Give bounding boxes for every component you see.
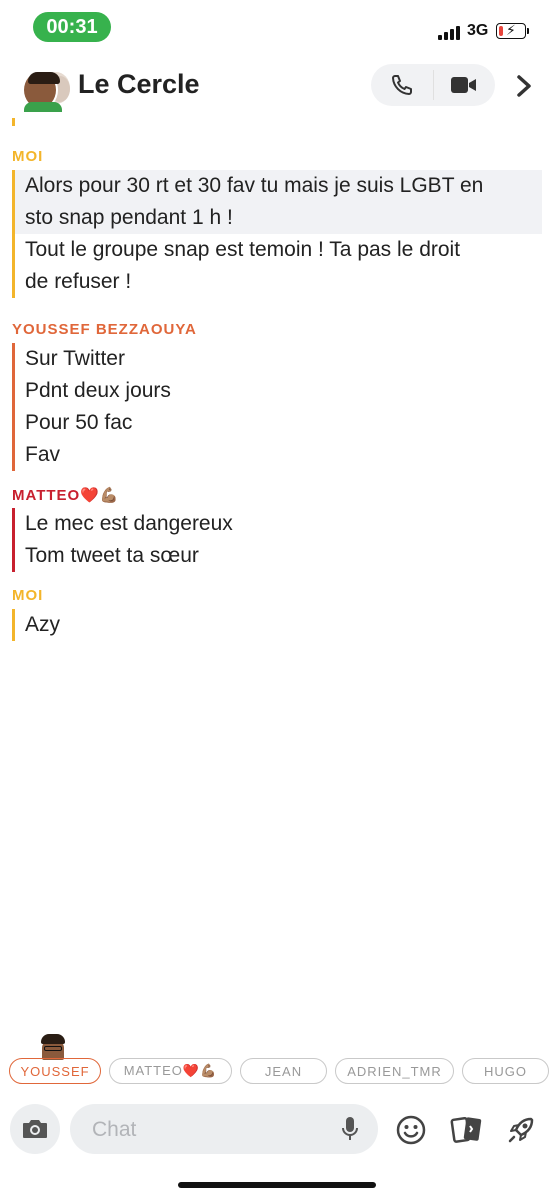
video-icon: [451, 77, 476, 93]
more-button[interactable]: [508, 70, 540, 102]
rocket-button[interactable]: [504, 1113, 538, 1147]
sender-name: YOUSSEF BEZZAOUYA: [12, 321, 197, 338]
message-line[interactable]: Azy: [15, 609, 60, 641]
participant-chip-jean[interactable]: JEAN: [240, 1058, 327, 1084]
cards-icon: [450, 1117, 482, 1143]
rocket-icon: [508, 1117, 534, 1143]
chat-title[interactable]: Le Cercle: [78, 69, 200, 100]
video-call-button[interactable]: [433, 64, 495, 106]
message-line[interactable]: Tom tweet ta sœur: [15, 540, 233, 572]
message-lines: Azy: [12, 609, 60, 641]
status-time: 00:31: [33, 12, 111, 42]
group-avatar[interactable]: [20, 68, 70, 112]
signal-icon: [438, 24, 462, 40]
message-line[interactable]: Pour 50 fac: [15, 407, 171, 439]
message-line[interactable]: Tout le groupe snap est temoin ! Ta pas …: [15, 234, 542, 266]
participant-chip-adrien[interactable]: ADRIEN_TMR: [335, 1058, 454, 1084]
message-line[interactable]: Sur Twitter: [15, 343, 171, 375]
chat-input[interactable]: [90, 1104, 334, 1156]
participant-chip-hugo[interactable]: HUGO: [462, 1058, 549, 1084]
battery-icon: ⚡: [496, 22, 526, 39]
participant-bar: YOUSSEF MATTEO❤️💪🏽 JEAN ADRIEN_TMR HUGO: [0, 1058, 554, 1086]
message-line[interactable]: Alors pour 30 rt et 30 fav tu mais je su…: [15, 170, 542, 202]
message-line[interactable]: sto snap pendant 1 h !: [15, 202, 542, 234]
home-indicator[interactable]: [178, 1182, 376, 1188]
message-line[interactable]: Fav: [15, 439, 171, 471]
chat-field[interactable]: [70, 1104, 378, 1156]
message-lines: Le mec est dangereux Tom tweet ta sœur: [12, 508, 233, 572]
phone-icon: [392, 75, 412, 95]
microphone-icon: [342, 1117, 358, 1140]
call-actions: [371, 64, 495, 106]
call-button[interactable]: [371, 64, 433, 106]
microphone-button[interactable]: [336, 1115, 364, 1143]
cards-button[interactable]: [450, 1113, 484, 1147]
sender-name: MATTEO❤️💪🏽: [12, 487, 120, 504]
composer-bar: [0, 1096, 554, 1162]
chat-header: Le Cercle: [0, 58, 554, 118]
sender-name: MOI: [12, 148, 44, 165]
status-bar: 00:31 3G ⚡: [0, 0, 554, 58]
message-lines: Alors pour 30 rt et 30 fav tu mais je su…: [12, 170, 542, 298]
message-line[interactable]: Le mec est dangereux: [15, 508, 233, 540]
participant-chip-youssef[interactable]: YOUSSEF: [9, 1058, 101, 1084]
message-line[interactable]: Pdnt deux jours: [15, 375, 171, 407]
typing-bitmoji: [38, 1034, 68, 1060]
network-type: 3G: [467, 22, 489, 39]
emoji-button[interactable]: [394, 1113, 428, 1147]
sender-name: MOI: [12, 587, 44, 604]
participant-chip-matteo[interactable]: MATTEO❤️💪🏽: [109, 1058, 232, 1084]
smiley-icon: [396, 1115, 426, 1145]
message-line[interactable]: de refuser !: [15, 266, 542, 298]
camera-icon: [23, 1120, 47, 1138]
chevron-right-icon: [517, 75, 531, 97]
battery-level: [499, 26, 504, 36]
camera-button[interactable]: [10, 1104, 60, 1154]
message-lines: Sur Twitter Pdnt deux jours Pour 50 fac …: [12, 343, 171, 471]
